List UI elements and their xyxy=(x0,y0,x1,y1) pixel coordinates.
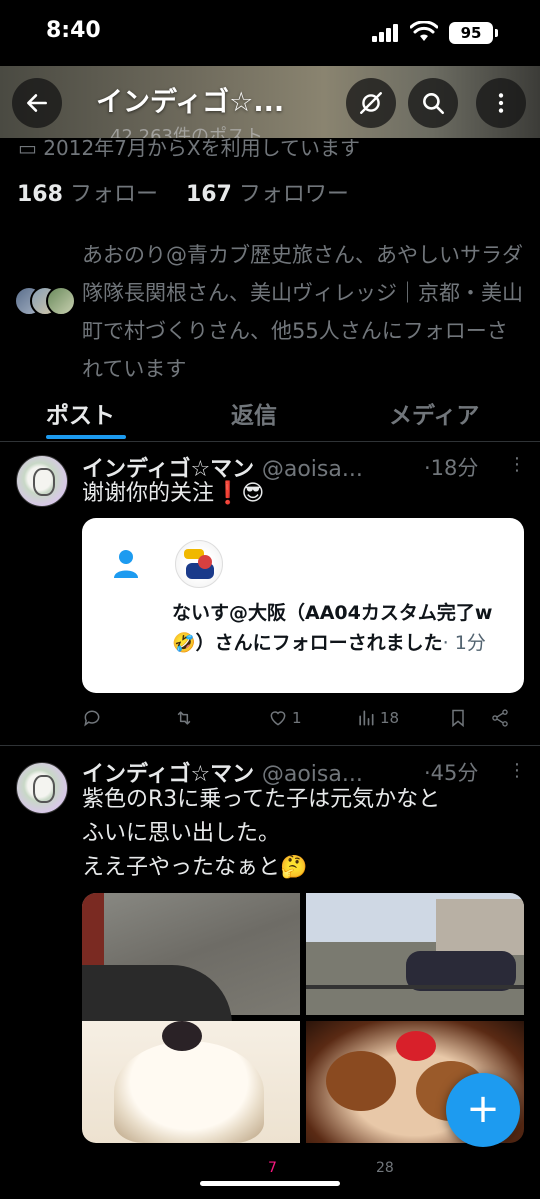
avatar[interactable] xyxy=(16,762,68,814)
status-time: 8:40 xyxy=(46,18,101,43)
card-text: ないす@大阪（AA04カスタム完了w🤣）さんにフォローされました· 1分 xyxy=(172,598,512,658)
post-text: 谢谢你的关注❗😎 xyxy=(82,481,265,506)
post-actions: 7 28 xyxy=(82,1160,522,1180)
compose-post-button[interactable]: + xyxy=(446,1073,520,1147)
like-button[interactable]: 1 xyxy=(268,708,302,728)
arrow-left-icon xyxy=(27,94,47,112)
avatar xyxy=(175,540,223,588)
joined-text: 2012年7月からXを利用しています xyxy=(43,136,360,160)
battery-tip xyxy=(495,29,498,37)
follow-stats: 168 フォロー 167 フォロワー xyxy=(17,176,349,208)
following-link[interactable]: 168 フォロー xyxy=(17,182,158,207)
avatar xyxy=(46,286,76,316)
like-count: 7 xyxy=(268,1160,277,1176)
photo-ground[interactable] xyxy=(82,893,300,1025)
following-count: 168 xyxy=(17,182,63,207)
view-count: 28 xyxy=(376,1160,394,1176)
post-count: 42,263件のポスト xyxy=(110,126,263,138)
search-button[interactable] xyxy=(408,78,458,128)
post-divider xyxy=(0,745,540,746)
tab-posts[interactable]: ポスト xyxy=(46,396,115,430)
views-icon xyxy=(359,710,374,726)
search-icon xyxy=(423,93,445,115)
share-icon xyxy=(492,709,508,727)
more-vertical-icon xyxy=(498,93,504,113)
following-label: フォロー xyxy=(69,182,158,207)
photo-soft-serve[interactable] xyxy=(82,1021,300,1143)
tab-media[interactable]: メディア xyxy=(389,396,479,430)
repost-icon xyxy=(177,711,191,725)
post-more-icon[interactable]: ⋮ xyxy=(508,760,526,781)
bookmark-button[interactable] xyxy=(448,708,468,728)
post-text: 紫色のR3に乗ってた子は元気かなと ふいに思い出した。 ええ子やったなぁと🤔 xyxy=(82,787,441,880)
followers-label: フォロワー xyxy=(238,182,349,207)
card-time: · 1分 xyxy=(442,632,486,654)
heart-icon xyxy=(270,711,286,726)
post-actions: 1 18 xyxy=(82,708,522,732)
followers-link[interactable]: 167 フォロワー xyxy=(186,182,349,207)
view-count: 18 xyxy=(380,709,400,727)
bookmark-icon xyxy=(452,709,464,728)
active-tab-indicator xyxy=(46,435,126,439)
repost-button[interactable] xyxy=(174,708,194,728)
back-button[interactable] xyxy=(12,78,62,128)
post-more-icon[interactable]: ⋮ xyxy=(508,454,526,475)
photo-bikes[interactable] xyxy=(306,893,524,1015)
home-indicator xyxy=(200,1181,340,1186)
grok-button[interactable] xyxy=(346,78,396,128)
reply-icon xyxy=(84,710,100,727)
more-options-button[interactable] xyxy=(476,78,526,128)
person-icon xyxy=(114,550,138,578)
followers-count: 167 xyxy=(185,182,232,207)
grok-icon xyxy=(360,92,382,114)
profile-tabs: ポスト 返信 メディア xyxy=(0,392,540,442)
status-bar: 8:40 95 xyxy=(0,0,540,66)
quoted-card[interactable]: ないす@大阪（AA04カスタム完了w🤣）さんにフォローされました· 1分 xyxy=(82,518,524,693)
views-button[interactable]: 18 xyxy=(356,708,399,728)
like-count: 1 xyxy=(292,709,302,727)
cellular-signal-icon xyxy=(372,24,400,42)
avatar[interactable] xyxy=(16,455,68,507)
header-title: インディゴ☆... xyxy=(96,87,285,118)
tab-replies[interactable]: 返信 xyxy=(231,396,277,430)
battery-indicator: 95 xyxy=(449,22,493,44)
reply-button[interactable] xyxy=(82,708,102,728)
followed-by-text[interactable]: あおのり@青カブ歴史旅さん、あやしいサラダ隊隊長関根さん、美山ヴィレッジ｜京都・… xyxy=(82,236,526,388)
calendar-icon: ▭ xyxy=(18,136,44,160)
wifi-icon xyxy=(410,21,438,41)
followed-by-avatars[interactable] xyxy=(14,286,76,316)
share-button[interactable] xyxy=(490,708,510,728)
